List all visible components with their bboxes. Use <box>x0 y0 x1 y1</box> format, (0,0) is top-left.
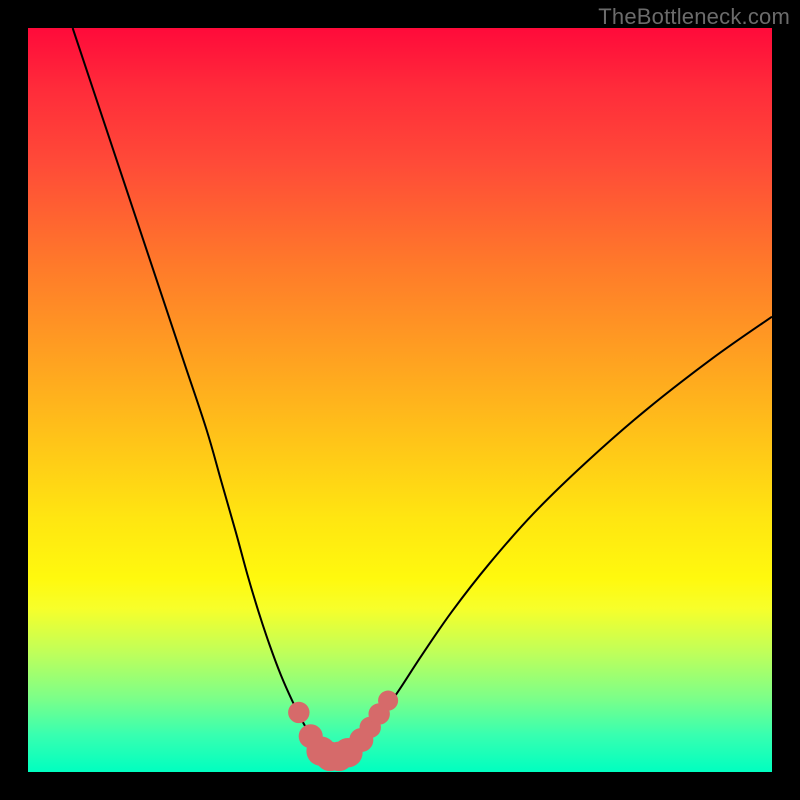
right-curve <box>352 317 772 750</box>
marker-layer <box>288 691 398 772</box>
plot-area <box>28 28 772 772</box>
chart-svg <box>28 28 772 772</box>
chart-frame: TheBottleneck.com <box>0 0 800 800</box>
watermark-text: TheBottleneck.com <box>598 4 790 30</box>
left-curve <box>73 28 322 750</box>
curve-marker <box>378 691 398 711</box>
curve-layer <box>73 28 772 757</box>
curve-marker <box>288 702 309 723</box>
